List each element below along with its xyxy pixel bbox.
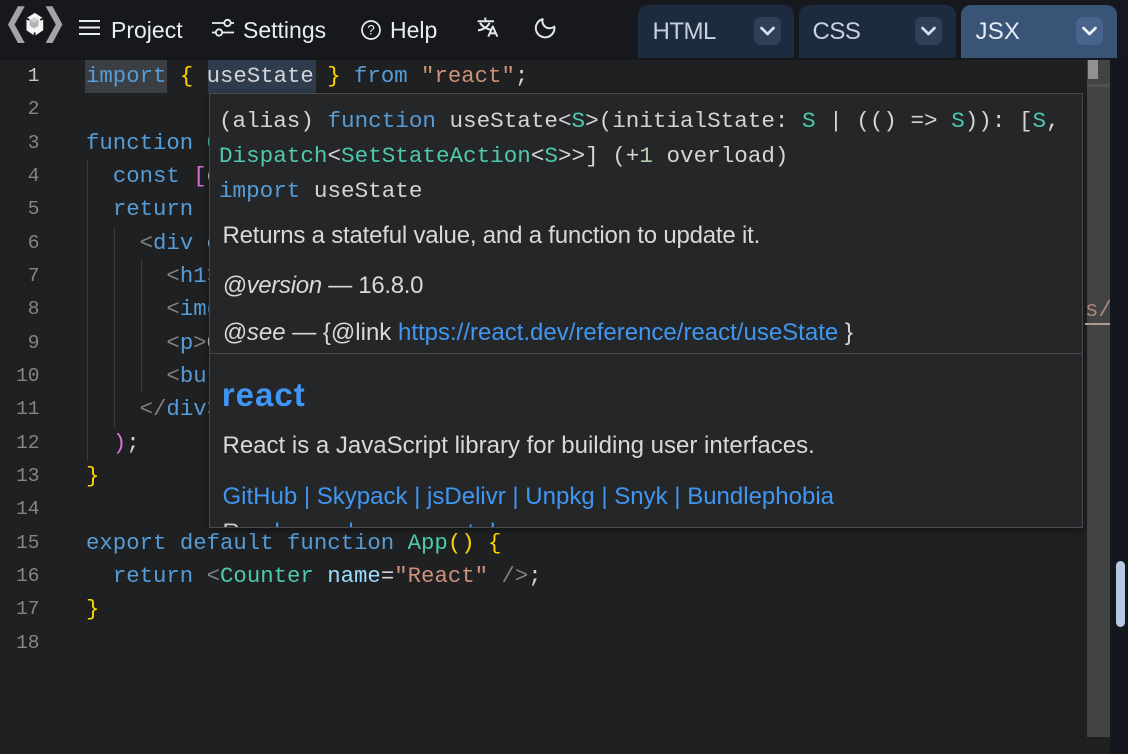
svg-text:?: ?	[367, 23, 375, 38]
